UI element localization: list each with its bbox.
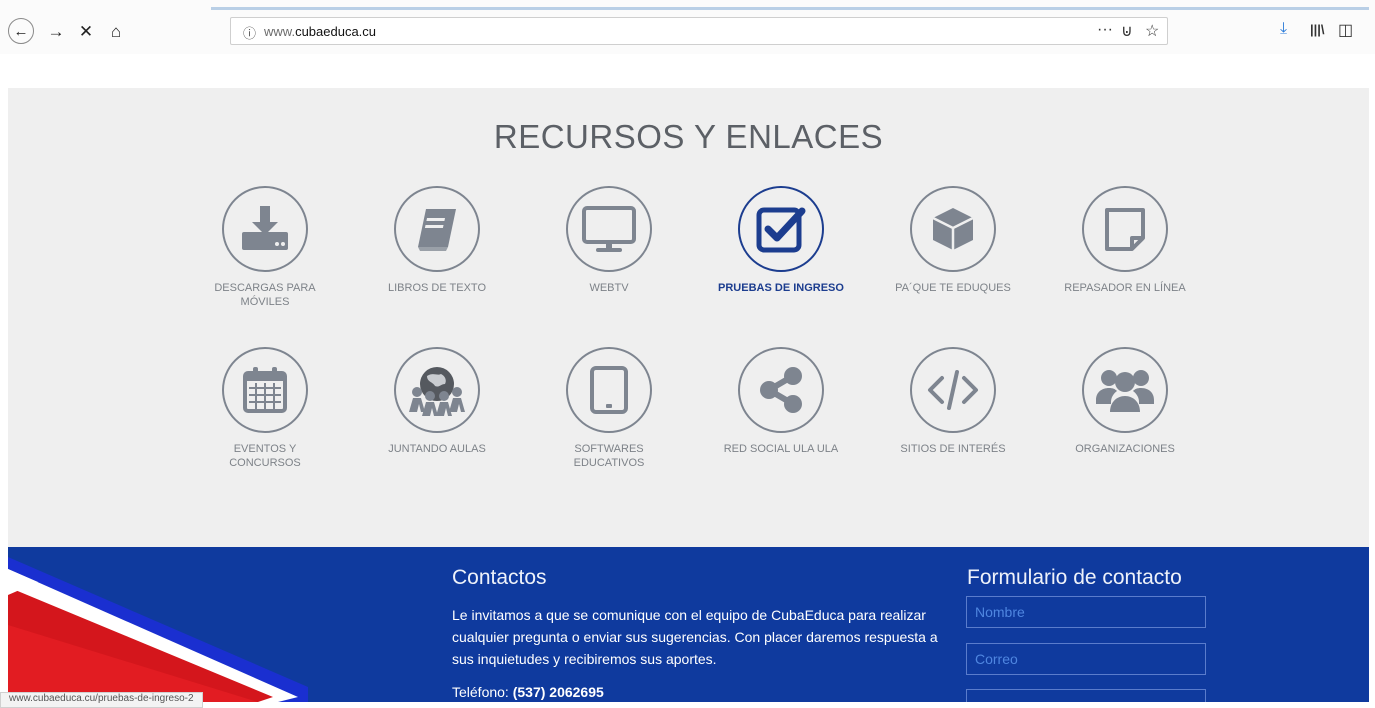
note-icon [1082, 186, 1168, 272]
cuba-flag-decoration [8, 557, 308, 702]
monitor-icon [566, 186, 652, 272]
tile-label: REPASADOR EN LÍNEA [1064, 282, 1186, 294]
tile-label: SITIOS DE INTERÉS [900, 443, 1006, 455]
phone-value: (537) 2062695 [512, 684, 604, 700]
checkbox-icon [738, 186, 824, 272]
page-actions-icon[interactable]: ··· [1097, 21, 1113, 39]
bookmark-star-icon[interactable]: ☆ [1145, 21, 1159, 41]
tile-organizaciones[interactable]: ORGANIZACIONES [1050, 347, 1200, 456]
phone-line: Teléfono: (537) 2062695 [452, 684, 604, 700]
downloads-icon[interactable]: ⤓ [1280, 20, 1287, 38]
status-bar-url: www.cubaeduca.cu/pruebas-de-ingreso-2 [0, 692, 203, 708]
share-icon [738, 347, 824, 433]
name-field[interactable] [966, 596, 1206, 628]
tile-label: LIBROS DE TEXTO [387, 282, 486, 294]
contact-title: Contactos [452, 566, 547, 589]
tile-juntando-aulas[interactable]: JUNTANDO AULAS [362, 347, 512, 456]
tile-label: ORGANIZACIONES [1075, 443, 1175, 455]
tile-label: PA´QUE TE EDUQUES [895, 282, 1011, 294]
tile-label: DESCARGAS PARA MÓVILES [214, 282, 316, 308]
tile-label: WEBTV [589, 282, 629, 294]
home-button[interactable]: ⌂ [104, 19, 128, 43]
tablet-icon [566, 347, 652, 433]
tile-sitios-interes[interactable]: SITIOS DE INTERÉS [878, 347, 1028, 456]
site-info-icon[interactable]: ⓘ [243, 23, 256, 42]
tile-label: EVENTOS Y CONCURSOS [229, 443, 301, 469]
tile-libros-texto[interactable]: LIBROS DE TEXTO [362, 186, 512, 295]
library-icon[interactable]: |||\ [1310, 22, 1325, 37]
browser-toolbar: ← → ✕ ⌂ ⓘ www.cubaeduca.cu ··· ⊍ ☆ ⤓ |||… [0, 0, 1375, 54]
tile-label: SOFTWARES EDUCATIVOS [573, 443, 645, 469]
tile-label: PRUEBAS DE INGRESO [718, 282, 844, 294]
calendar-icon [222, 347, 308, 433]
contact-text: Le invitamos a que se comunique con el e… [452, 607, 938, 667]
book-icon [394, 186, 480, 272]
page-load-progress [211, 7, 1369, 10]
tile-label: JUNTANDO AULAS [388, 443, 486, 455]
globe-people-icon [394, 347, 480, 433]
tile-softwares-educativos[interactable]: SOFTWARES EDUCATIVOS [534, 347, 684, 470]
tile-pruebas-ingreso[interactable]: PRUEBAS DE INGRESO [706, 186, 856, 295]
tile-label: RED SOCIAL ULA ULA [723, 443, 839, 455]
cube-icon [910, 186, 996, 272]
contact-form-title: Formulario de contacto [967, 566, 1182, 589]
tile-descargas-moviles[interactable]: DESCARGAS PARA MÓVILES [190, 186, 340, 309]
tile-repasador-linea[interactable]: REPASADOR EN LÍNEA [1050, 186, 1200, 295]
back-button[interactable]: ← [8, 18, 34, 44]
forward-button[interactable]: → [44, 19, 68, 43]
download-icon [222, 186, 308, 272]
pocket-icon[interactable]: ⊍ [1121, 21, 1133, 41]
stop-button[interactable]: ✕ [74, 19, 98, 43]
code-icon [910, 347, 996, 433]
group-icon [1082, 347, 1168, 433]
sidebar-toggle-icon[interactable]: ◫ [1338, 20, 1353, 40]
email-field[interactable] [966, 643, 1206, 675]
resources-section: RECURSOS Y ENLACES DESCARGAS PARA MÓVILE… [8, 88, 1369, 547]
address-bar[interactable]: ⓘ www.cubaeduca.cu ··· ⊍ ☆ [230, 17, 1168, 45]
section-title: RECURSOS Y ENLACES [493, 118, 884, 155]
phone-label: Teléfono: [452, 684, 509, 700]
tile-paque-te-eduques[interactable]: PA´QUE TE EDUQUES [878, 186, 1028, 295]
tile-red-social-ula-ula[interactable]: RED SOCIAL ULA ULA [706, 347, 856, 456]
tile-eventos-concursos[interactable]: EVENTOS Y CONCURSOS [190, 347, 340, 470]
tile-webtv[interactable]: WEBTV [534, 186, 684, 295]
url-text[interactable]: www.cubaeduca.cu [264, 24, 376, 39]
message-field[interactable] [966, 689, 1206, 702]
footer: Contactos Le invitamos a que se comuniqu… [8, 547, 1369, 702]
